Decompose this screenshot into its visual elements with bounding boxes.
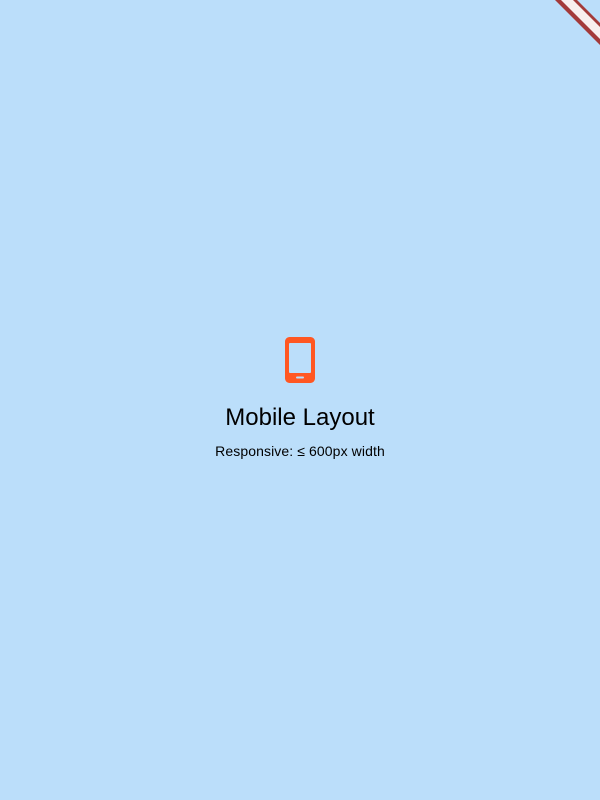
page-subtitle: Responsive: ≤ 600px width [215,443,385,459]
page-title: Mobile Layout [225,404,375,431]
debug-banner [530,0,600,70]
layout-indicator: Mobile Layout Responsive: ≤ 600px width [0,336,600,460]
app-screen: Mobile Layout Responsive: ≤ 600px width [0,0,600,800]
debug-ribbon-icon [555,0,600,45]
smartphone-icon [276,336,324,384]
